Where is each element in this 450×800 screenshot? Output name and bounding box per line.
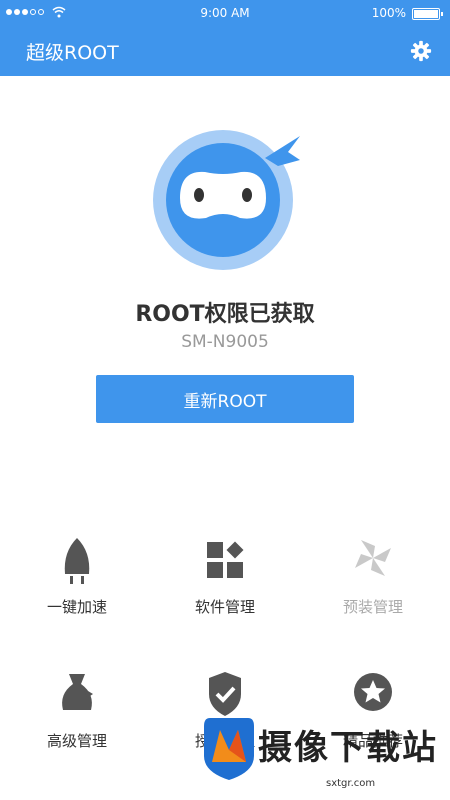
watermark-url: sxtgr.com: [326, 778, 376, 789]
app-bar: 超级ROOT: [0, 26, 450, 76]
ninja-mascot-icon: [153, 130, 300, 270]
tool-label: 预装管理: [342, 598, 403, 616]
root-status-title: ROOT权限已获取: [135, 302, 315, 327]
gear-icon[interactable]: [410, 40, 432, 62]
tool-speedup[interactable]: 一键加速: [2, 538, 152, 648]
tool-label: 软件管理: [194, 598, 255, 616]
watermark: 摄像下载站 sxtgr.com: [200, 712, 450, 800]
apps-grid-icon: [207, 541, 244, 578]
battery-icon: [412, 8, 443, 20]
tool-software-manager[interactable]: 软件管理: [150, 538, 300, 648]
device-model: SM-N9005: [181, 332, 269, 352]
tool-advanced-manager[interactable]: 高级管理: [2, 672, 152, 782]
tool-label: 高级管理: [46, 732, 107, 750]
pinwheel-icon: [355, 540, 391, 576]
battery-percentage: 100%: [371, 6, 406, 20]
tool-preinstall-manager[interactable]: 预装管理: [298, 538, 448, 648]
watermark-text: 摄像下载站: [258, 728, 438, 768]
app-title: 超级ROOT: [26, 42, 119, 64]
bag-icon: [62, 674, 93, 710]
tool-label: 一键加速: [46, 598, 107, 616]
status-bar: 9:00 AM 100%: [0, 0, 450, 26]
rocket-icon: [64, 538, 90, 584]
watermark-logo-icon: [204, 718, 254, 780]
reroot-button[interactable]: 重新ROOT: [96, 375, 354, 423]
